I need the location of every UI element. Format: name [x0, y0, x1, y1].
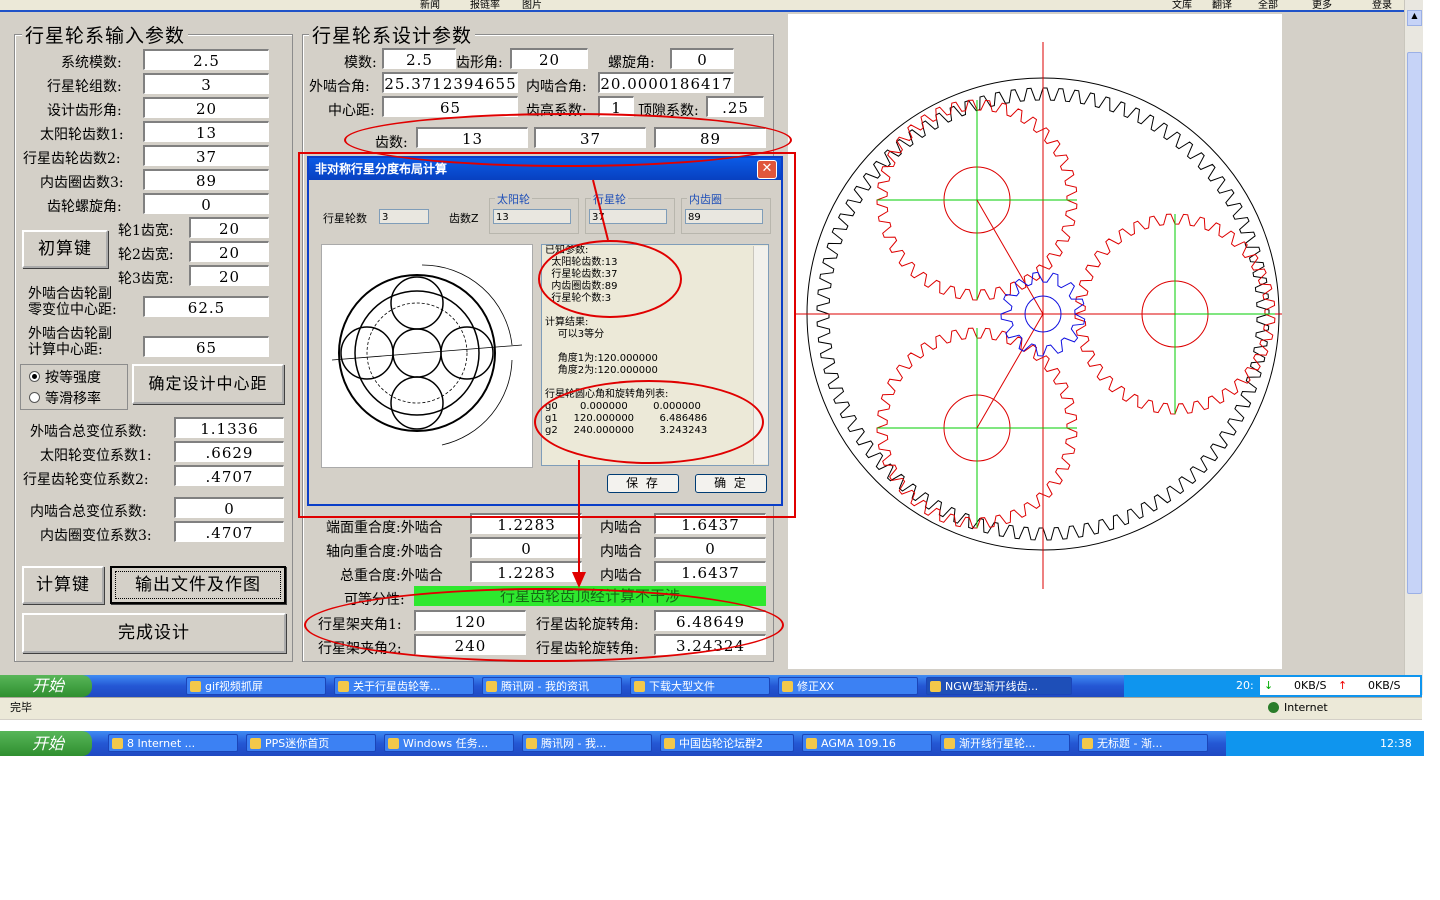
annotation-arrows	[572, 179, 609, 588]
